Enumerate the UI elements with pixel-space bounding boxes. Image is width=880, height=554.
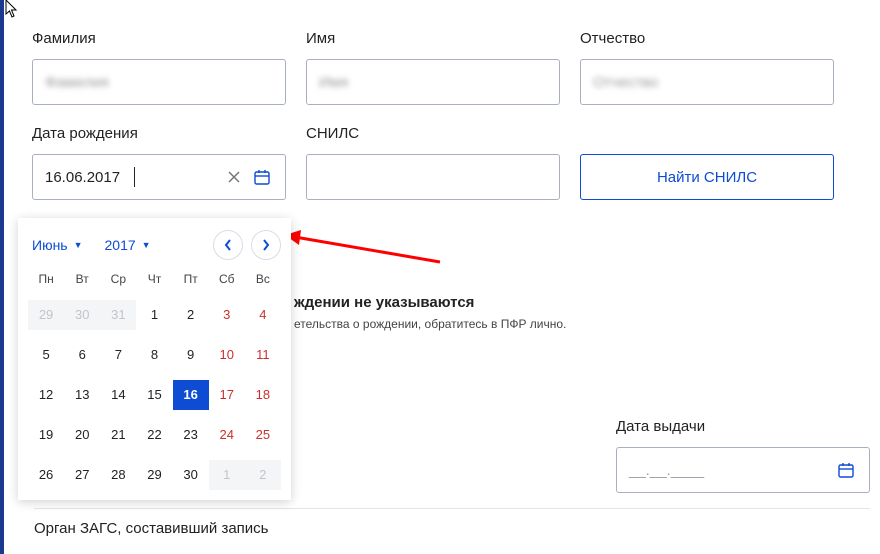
input-name[interactable]: Имя xyxy=(306,59,560,105)
info-title: ждении не указываются xyxy=(294,294,566,311)
datepicker-day[interactable]: 20 xyxy=(64,420,100,450)
datepicker-day[interactable]: 19 xyxy=(28,420,64,450)
field-dob: Дата рождения 16.06.2017 xyxy=(32,125,286,200)
datepicker-day[interactable]: 11 xyxy=(245,340,281,370)
datepicker-day[interactable]: 5 xyxy=(28,340,64,370)
datepicker-day[interactable]: 10 xyxy=(209,340,245,370)
datepicker-dow: Пн xyxy=(28,272,64,290)
label-issue-date: Дата выдачи xyxy=(616,418,870,435)
row-name-fields: Фамилия Фамилия Имя Имя Отчество Отчеств… xyxy=(32,30,880,105)
datepicker-day[interactable]: 18 xyxy=(245,380,281,410)
calendar-icon[interactable] xyxy=(835,459,857,481)
field-surname: Фамилия Фамилия xyxy=(32,30,286,105)
label-dob: Дата рождения xyxy=(32,125,286,142)
datepicker-day[interactable]: 4 xyxy=(245,300,281,330)
field-issue-date: Дата выдачи __.__.____ xyxy=(616,418,870,493)
datepicker-year-select[interactable]: 2017▼ xyxy=(105,237,151,253)
datepicker-day[interactable]: 3 xyxy=(209,300,245,330)
field-patronymic: Отчество Отчество xyxy=(580,30,834,105)
label-surname: Фамилия xyxy=(32,30,286,47)
datepicker-day[interactable]: 23 xyxy=(173,420,209,450)
divider xyxy=(34,508,870,509)
datepicker-dow: Вт xyxy=(64,272,100,290)
input-patronymic[interactable]: Отчество xyxy=(580,59,834,105)
text-cursor xyxy=(134,167,135,187)
datepicker-day[interactable]: 1 xyxy=(136,300,172,330)
label-patronymic: Отчество xyxy=(580,30,834,47)
input-dob[interactable]: 16.06.2017 xyxy=(32,154,286,200)
datepicker-day[interactable]: 26 xyxy=(28,460,64,490)
datepicker-popup: Июнь▼ 2017▼ ПнВтСрЧтПтСбВс29303112345678… xyxy=(18,218,291,500)
datepicker-day[interactable]: 30 xyxy=(173,460,209,490)
datepicker-month-select[interactable]: Июнь▼ xyxy=(32,237,83,253)
datepicker-dow: Чт xyxy=(136,272,172,290)
datepicker-day[interactable]: 29 xyxy=(28,300,64,330)
field-find-snils: Найти СНИЛС xyxy=(580,125,834,200)
datepicker-day[interactable]: 28 xyxy=(100,460,136,490)
cursor-arrow-icon xyxy=(4,0,20,19)
datepicker-dow: Вс xyxy=(245,272,281,290)
datepicker-day[interactable]: 21 xyxy=(100,420,136,450)
row-dob-snils: Дата рождения 16.06.2017 СНИЛС Найти СНИ… xyxy=(32,125,880,200)
input-issue-date[interactable]: __.__.____ xyxy=(616,447,870,493)
label-snils: СНИЛС xyxy=(306,125,560,142)
clear-icon[interactable] xyxy=(223,166,245,188)
datepicker-day[interactable]: 22 xyxy=(136,420,172,450)
caret-down-icon: ▼ xyxy=(142,240,151,250)
datepicker-day[interactable]: 31 xyxy=(100,300,136,330)
calendar-icon[interactable] xyxy=(251,166,273,188)
find-snils-button[interactable]: Найти СНИЛС xyxy=(580,154,834,200)
datepicker-day[interactable]: 8 xyxy=(136,340,172,370)
datepicker-day[interactable]: 14 xyxy=(100,380,136,410)
section-zags-label: Орган ЗАГС, составивший запись xyxy=(34,520,269,537)
datepicker-day[interactable]: 1 xyxy=(209,460,245,490)
datepicker-day[interactable]: 2 xyxy=(245,460,281,490)
field-snils: СНИЛС xyxy=(306,125,560,200)
datepicker-day[interactable]: 24 xyxy=(209,420,245,450)
datepicker-dow: Сб xyxy=(209,272,245,290)
info-subtitle: етельства о рождении, обратитесь в ПФР л… xyxy=(294,317,566,331)
caret-down-icon: ▼ xyxy=(74,240,83,250)
input-surname[interactable]: Фамилия xyxy=(32,59,286,105)
datepicker-day[interactable]: 16 xyxy=(173,380,209,410)
datepicker-day[interactable]: 9 xyxy=(173,340,209,370)
datepicker-day[interactable]: 7 xyxy=(100,340,136,370)
datepicker-day[interactable]: 17 xyxy=(209,380,245,410)
datepicker-day[interactable]: 6 xyxy=(64,340,100,370)
label-name: Имя xyxy=(306,30,560,47)
datepicker-grid: ПнВтСрЧтПтСбВс29303112345678910111213141… xyxy=(28,272,281,490)
datepicker-day[interactable]: 27 xyxy=(64,460,100,490)
datepicker-day[interactable]: 2 xyxy=(173,300,209,330)
datepicker-day[interactable]: 25 xyxy=(245,420,281,450)
datepicker-day[interactable]: 15 xyxy=(136,380,172,410)
datepicker-prev-button[interactable] xyxy=(213,230,243,260)
input-snils[interactable] xyxy=(306,154,560,200)
datepicker-next-button[interactable] xyxy=(251,230,281,260)
datepicker-dow: Ср xyxy=(100,272,136,290)
field-name: Имя Имя xyxy=(306,30,560,105)
datepicker-header: Июнь▼ 2017▼ xyxy=(28,230,281,260)
datepicker-day[interactable]: 30 xyxy=(64,300,100,330)
datepicker-day[interactable]: 29 xyxy=(136,460,172,490)
info-block: ждении не указываются етельства о рожден… xyxy=(294,294,566,331)
datepicker-day[interactable]: 12 xyxy=(28,380,64,410)
datepicker-dow: Пт xyxy=(173,272,209,290)
datepicker-day[interactable]: 13 xyxy=(64,380,100,410)
annotation-arrow-icon xyxy=(285,227,445,267)
